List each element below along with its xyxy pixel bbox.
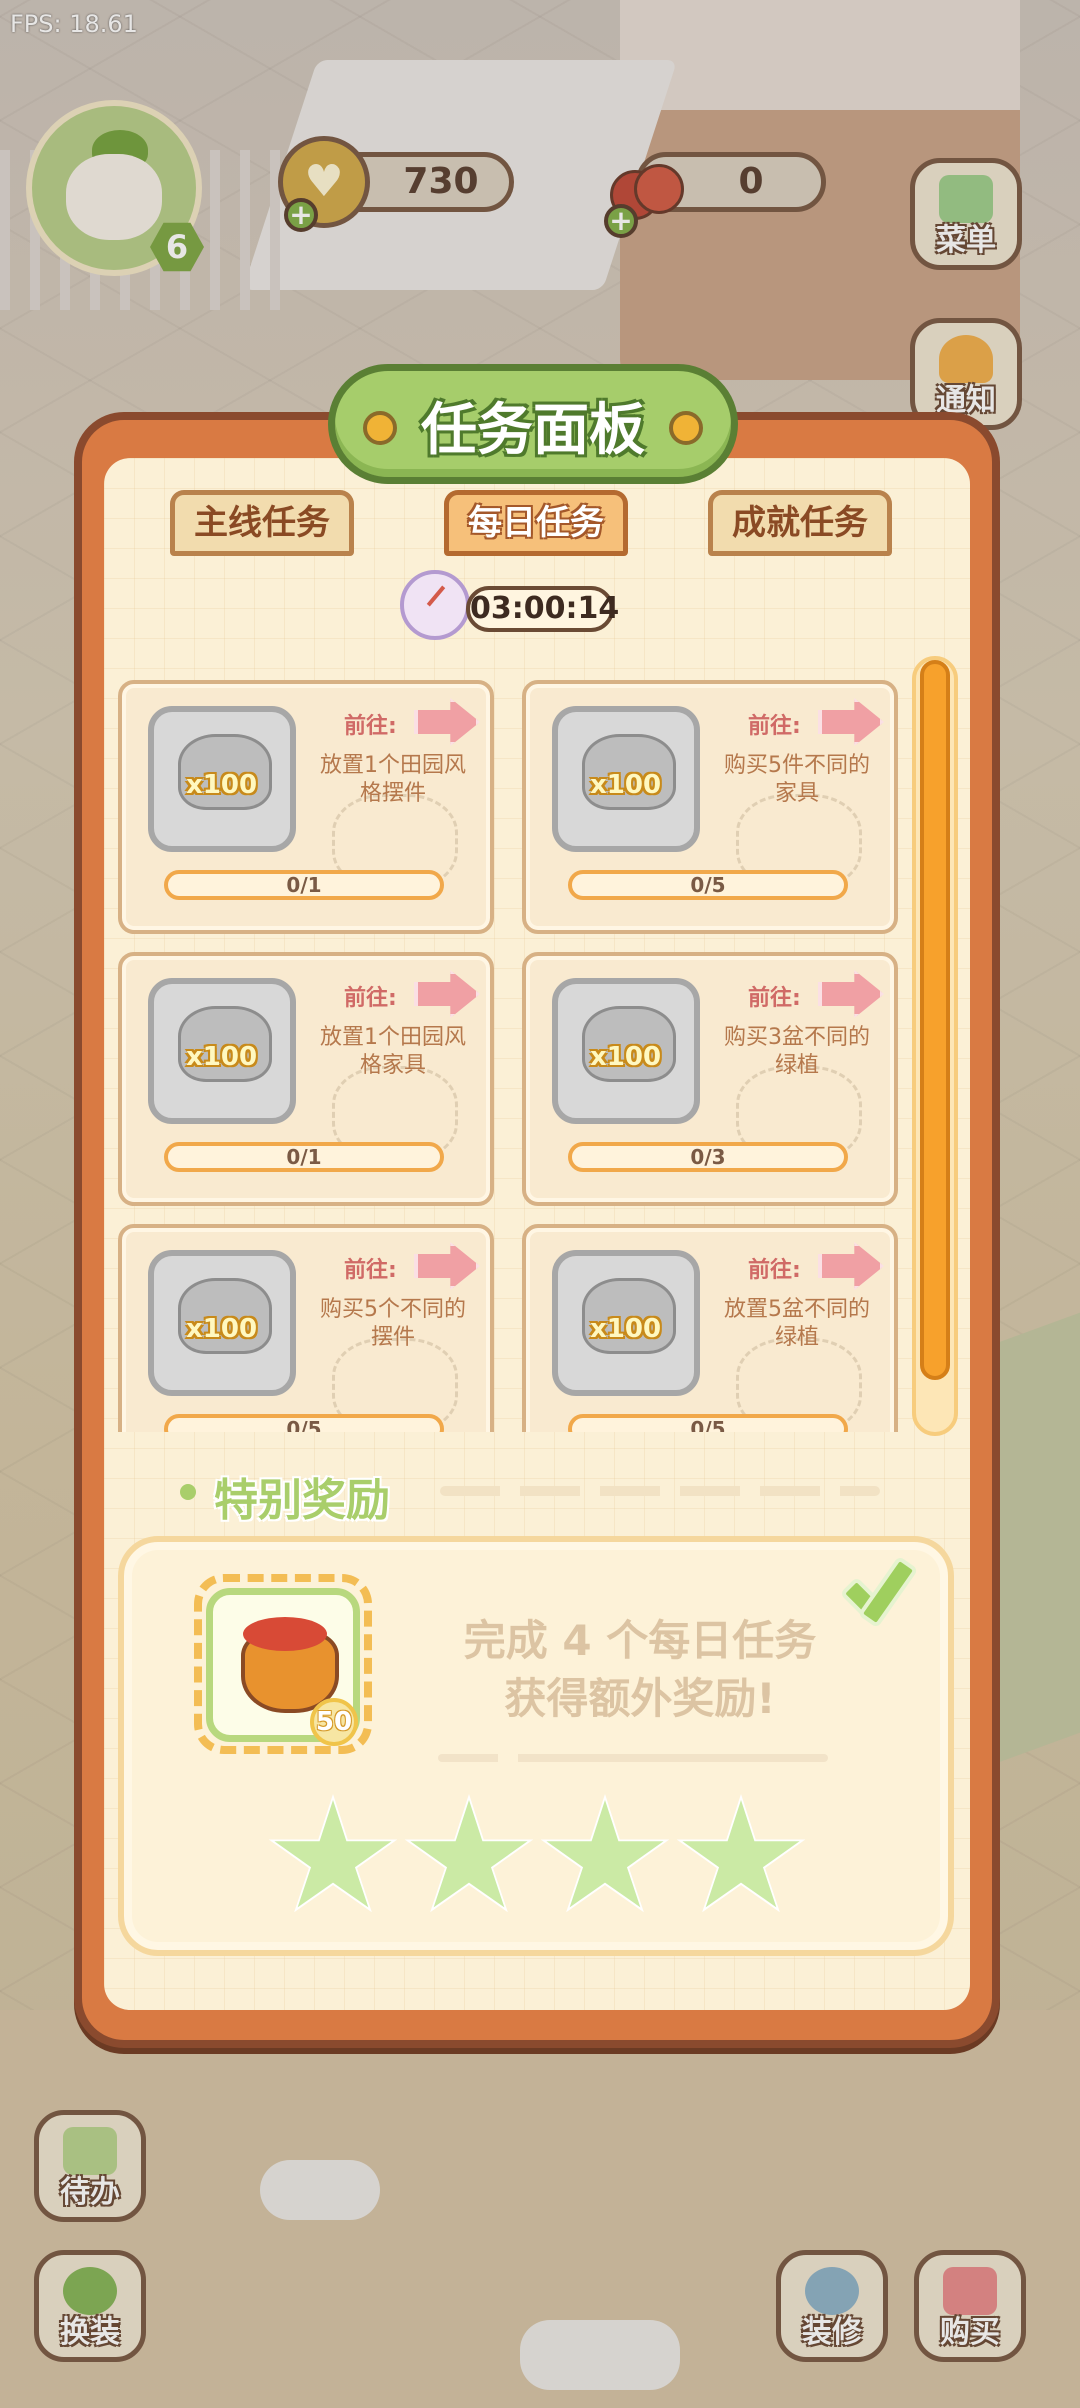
task-description: 购买5件不同的家具 bbox=[724, 753, 870, 806]
task-description: 放置1个田园风格摆件 bbox=[320, 753, 466, 806]
goto-arrow-button[interactable] bbox=[414, 1242, 480, 1290]
task-reward-qty: x100 bbox=[590, 1042, 662, 1072]
task-card: x100 前往: 购买5个不同的摆件 0/5 bbox=[118, 1224, 494, 1432]
goto-label: 前往: bbox=[344, 986, 397, 1011]
goto-label: 前往: bbox=[748, 714, 801, 739]
goto-label: 前往: bbox=[344, 1258, 397, 1283]
task-description: 购买3盆不同的绿植 bbox=[724, 1025, 870, 1078]
special-reward-line1: 完成 4 个每日任务 bbox=[463, 1616, 817, 1665]
tab-main-quests[interactable]: 主线任务 bbox=[170, 490, 354, 556]
goto-label: 前往: bbox=[748, 1258, 801, 1283]
goto-arrow-button[interactable] bbox=[818, 698, 884, 746]
task-card: x100 前往: 放置1个田园风格家具 0/1 bbox=[118, 952, 494, 1206]
section-bullet bbox=[180, 1484, 196, 1500]
panel-title-plate: 任务面板 bbox=[328, 364, 738, 484]
special-reward-text: 完成 4 个每日任务 获得额外奖励! bbox=[420, 1612, 860, 1728]
task-progress-bar: 0/1 bbox=[164, 870, 444, 900]
special-reward-line2: 获得额外奖励! bbox=[504, 1674, 776, 1723]
task-progress-bar: 0/5 bbox=[568, 870, 848, 900]
reward-text-underline bbox=[438, 1754, 828, 1762]
tab-daily-quests[interactable]: 每日任务 bbox=[444, 490, 628, 556]
task-list-scroll-thumb[interactable] bbox=[920, 660, 950, 1380]
task-progress-bar: 0/5 bbox=[164, 1414, 444, 1432]
task-description: 购买5个不同的摆件 bbox=[320, 1297, 466, 1350]
task-progress-bar: 0/1 bbox=[164, 1142, 444, 1172]
task-progress-bar: 0/5 bbox=[568, 1414, 848, 1432]
task-reward-qty: x100 bbox=[590, 1314, 662, 1344]
task-reward-qty: x100 bbox=[186, 1042, 258, 1072]
task-card: x100 前往: 放置5盆不同的绿植 0/5 bbox=[522, 1224, 898, 1432]
goto-arrow-button[interactable] bbox=[818, 1242, 884, 1290]
task-reward-qty: x100 bbox=[590, 770, 662, 800]
task-description: 放置1个田园风格家具 bbox=[320, 1025, 466, 1078]
task-description: 放置5盆不同的绿植 bbox=[724, 1297, 870, 1350]
task-card: x100 前往: 购买3盆不同的绿植 0/3 bbox=[522, 952, 898, 1206]
task-list[interactable]: x100 前往: 放置1个田园风格摆件 0/1 x100 前往: 购买5件不同的… bbox=[110, 670, 910, 1432]
checkmark-icon bbox=[836, 1552, 912, 1632]
goto-arrow-button[interactable] bbox=[818, 970, 884, 1018]
daily-reset-timer: 03:00:14 bbox=[466, 586, 619, 632]
goto-arrow-button[interactable] bbox=[414, 698, 480, 746]
section-divider bbox=[440, 1486, 880, 1496]
goto-label: 前往: bbox=[344, 714, 397, 739]
task-card: x100 前往: 放置1个田园风格摆件 0/1 bbox=[118, 680, 494, 934]
goto-label: 前往: bbox=[748, 986, 801, 1011]
reward-count-badge: 50 bbox=[310, 1698, 358, 1746]
task-card: x100 前往: 购买5件不同的家具 0/5 bbox=[522, 680, 898, 934]
task-reward-qty: x100 bbox=[186, 770, 258, 800]
clock-icon bbox=[400, 570, 470, 640]
task-reward-qty: x100 bbox=[186, 1314, 258, 1344]
title-dot-right bbox=[669, 411, 703, 445]
tab-achievements[interactable]: 成就任务 bbox=[708, 490, 892, 556]
special-reward-title: 特别奖励 bbox=[214, 1475, 390, 1526]
task-progress-bar: 0/3 bbox=[568, 1142, 848, 1172]
goto-arrow-button[interactable] bbox=[414, 970, 480, 1018]
